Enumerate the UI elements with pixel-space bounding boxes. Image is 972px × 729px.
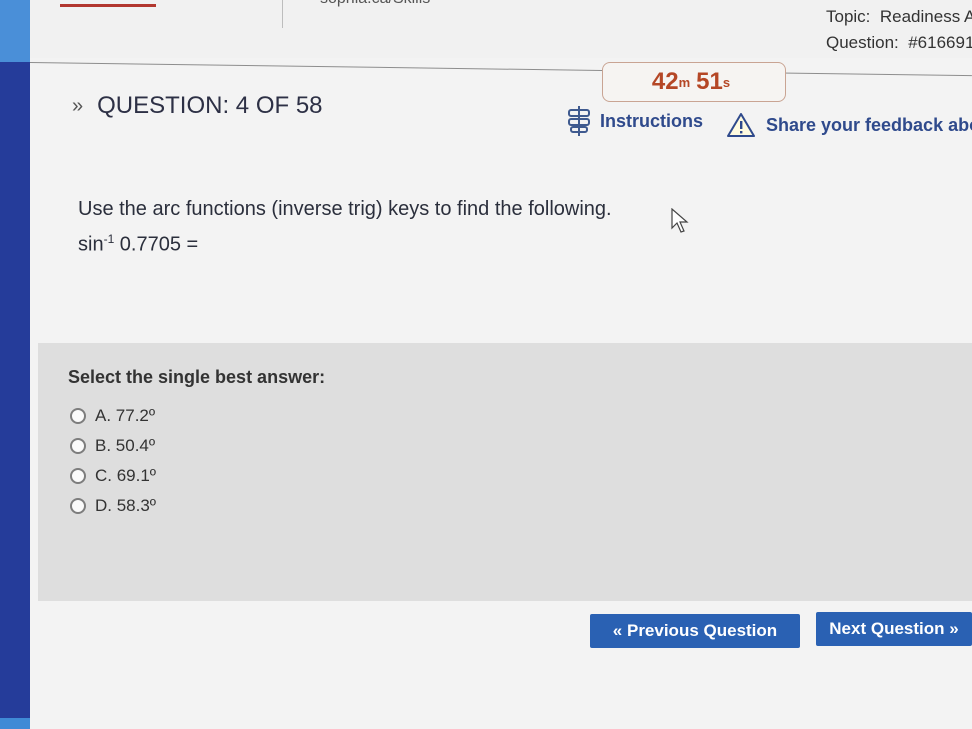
radio-button[interactable] bbox=[70, 408, 86, 424]
radio-button[interactable] bbox=[70, 498, 86, 514]
warning-triangle-icon bbox=[727, 113, 755, 137]
select-instruction: Select the single best answer: bbox=[68, 367, 326, 387]
countdown-timer: 42 m 51 s bbox=[602, 62, 786, 102]
answer-panel: Select the single best answer: A. 77.2º … bbox=[38, 343, 972, 601]
instructions-link[interactable]: Instructions bbox=[566, 104, 703, 138]
answer-option-b[interactable]: B. 50.4º bbox=[70, 431, 156, 461]
topic-info: Topic: Readiness A Question: #616691 bbox=[826, 4, 972, 56]
answer-option-c[interactable]: C. 69.1º bbox=[70, 461, 156, 491]
double-chevron-right-icon[interactable]: » bbox=[72, 95, 83, 118]
signpost-icon bbox=[568, 106, 590, 136]
answer-option-a[interactable]: A. 77.2º bbox=[70, 401, 156, 431]
prompt-text: Use the arc functions (inverse trig) key… bbox=[78, 198, 612, 220]
answer-option-d[interactable]: D. 58.3º bbox=[70, 491, 156, 521]
math-expression: sin-1 0.7705 = bbox=[78, 232, 199, 256]
active-tab-underline bbox=[60, 4, 156, 7]
previous-question-button[interactable]: « Previous Question bbox=[590, 614, 800, 648]
quiz-page: sophia.ca/Skills Topic: Readiness A Ques… bbox=[29, 0, 972, 729]
radio-button[interactable] bbox=[70, 438, 86, 454]
topic-line: Topic: Readiness A bbox=[826, 7, 972, 26]
next-question-button[interactable]: Next Question » bbox=[816, 612, 972, 646]
tab-separator bbox=[282, 0, 283, 28]
question-id-line: Question: #616691 bbox=[826, 33, 972, 52]
question-prompt: Use the arc functions (inverse trig) key… bbox=[78, 194, 612, 260]
share-feedback-link[interactable]: Share your feedback abo bbox=[726, 112, 972, 138]
mouse-pointer-icon bbox=[671, 208, 689, 233]
answer-choices: A. 77.2º B. 50.4º C. 69.1º D. 58.3º bbox=[70, 401, 156, 521]
site-title: sophia.ca/Skills bbox=[320, 0, 430, 8]
radio-button[interactable] bbox=[70, 468, 86, 484]
question-heading: » QUESTION: 4 OF 58 bbox=[72, 92, 323, 119]
header-divider bbox=[29, 62, 972, 77]
